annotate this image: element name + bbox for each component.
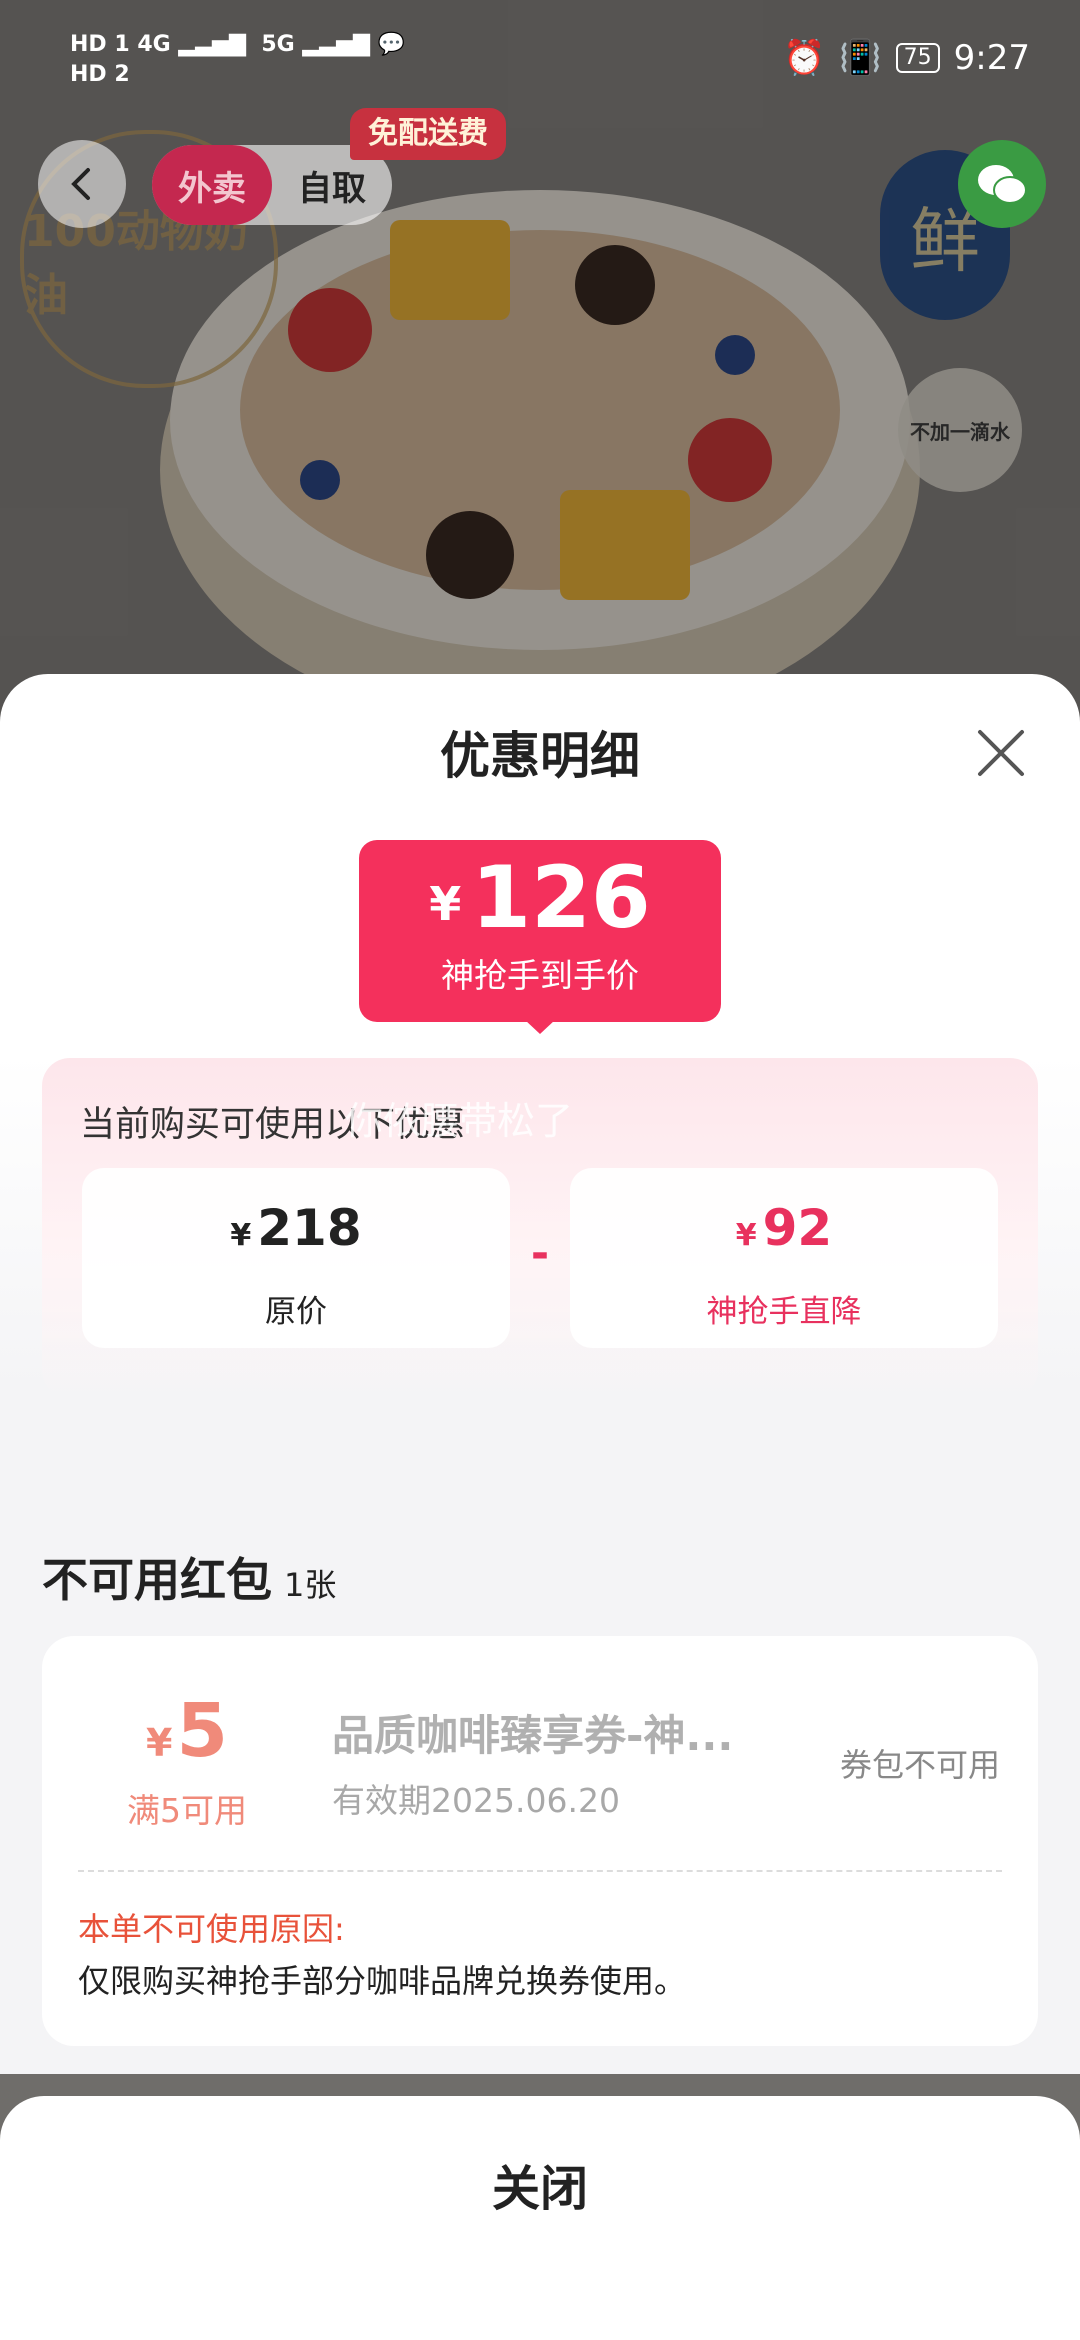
- coupon-divider: [78, 1870, 1002, 1872]
- coupon-amount: ¥5: [146, 1688, 228, 1774]
- vibrate-icon: 📳: [839, 38, 882, 78]
- free-delivery-tag: 免配送费: [350, 108, 506, 160]
- original-price-card: ¥218 原价: [82, 1168, 510, 1348]
- coupon-card: ¥5 满5可用 品质咖啡臻享券-神... 有效期2025.06.20 券包不可用…: [42, 1636, 1038, 2046]
- discount-value: 92: [762, 1199, 833, 1257]
- wechat-icon: [978, 165, 1027, 204]
- unusable-coupons-count: 1张: [284, 1566, 337, 1604]
- original-price-value: 218: [257, 1199, 362, 1257]
- tab-delivery[interactable]: 外卖: [152, 145, 272, 225]
- coupon-name: 品质咖啡臻享券-神...: [332, 1711, 734, 1760]
- price-badge-pointer: [525, 1020, 555, 1034]
- discount-label: 神抢手直降: [706, 1294, 862, 1330]
- watermark-text: 你侬腰带松了: [345, 1099, 574, 1143]
- discount-detail-sheet: 优惠明细 ¥126 神抢手到手价 当前购买可使用以下优惠 ¥218 原价 - ¥…: [0, 674, 1080, 2074]
- signal-indicators: HD 1 4G ▂▃▅▇ 5G ▂▃▅▇ 💬 HD 2: [70, 32, 406, 87]
- back-button[interactable]: [38, 140, 126, 228]
- status-bar: HD 1 4G ▂▃▅▇ 5G ▂▃▅▇ 💬 HD 2 ⏰ 📳 75 9:27: [0, 0, 1080, 120]
- clock: 9:27: [953, 38, 1030, 78]
- direct-discount-card: ¥92 神抢手直降: [570, 1168, 998, 1348]
- wechat-share-button[interactable]: [958, 140, 1046, 228]
- close-icon[interactable]: [974, 726, 1028, 780]
- coupon-condition: 满5可用: [127, 1791, 247, 1830]
- final-price-value: 126: [471, 848, 651, 948]
- coupon-status: 券包不可用: [839, 1746, 1000, 1784]
- currency-symbol: ¥: [429, 876, 462, 931]
- bottom-action-bar: 关闭: [0, 2096, 1080, 2340]
- close-button[interactable]: 关闭: [0, 2096, 1080, 2272]
- wechat-notification-icon: 💬: [377, 32, 406, 57]
- minus-sign: -: [530, 1228, 550, 1279]
- battery-indicator: 75: [895, 43, 940, 73]
- unusable-reason-text: 仅限购买神抢手部分咖啡品牌兑换券使用。: [78, 1962, 687, 2000]
- unusable-coupons-title: 不可用红包 1张: [42, 1553, 337, 1607]
- tab-pickup[interactable]: 自取: [272, 161, 392, 210]
- coupon-validity: 有效期2025.06.20: [332, 1781, 620, 1820]
- final-price-badge: ¥126 神抢手到手价: [359, 840, 721, 1022]
- alarm-icon: ⏰: [782, 38, 826, 78]
- unusable-reason-label: 本单不可使用原因:: [78, 1910, 345, 1948]
- original-price-label: 原价: [265, 1294, 327, 1330]
- final-price-label: 神抢手到手价: [441, 955, 639, 995]
- sheet-title: 优惠明细: [440, 727, 640, 785]
- chevron-left-icon: [71, 168, 90, 200]
